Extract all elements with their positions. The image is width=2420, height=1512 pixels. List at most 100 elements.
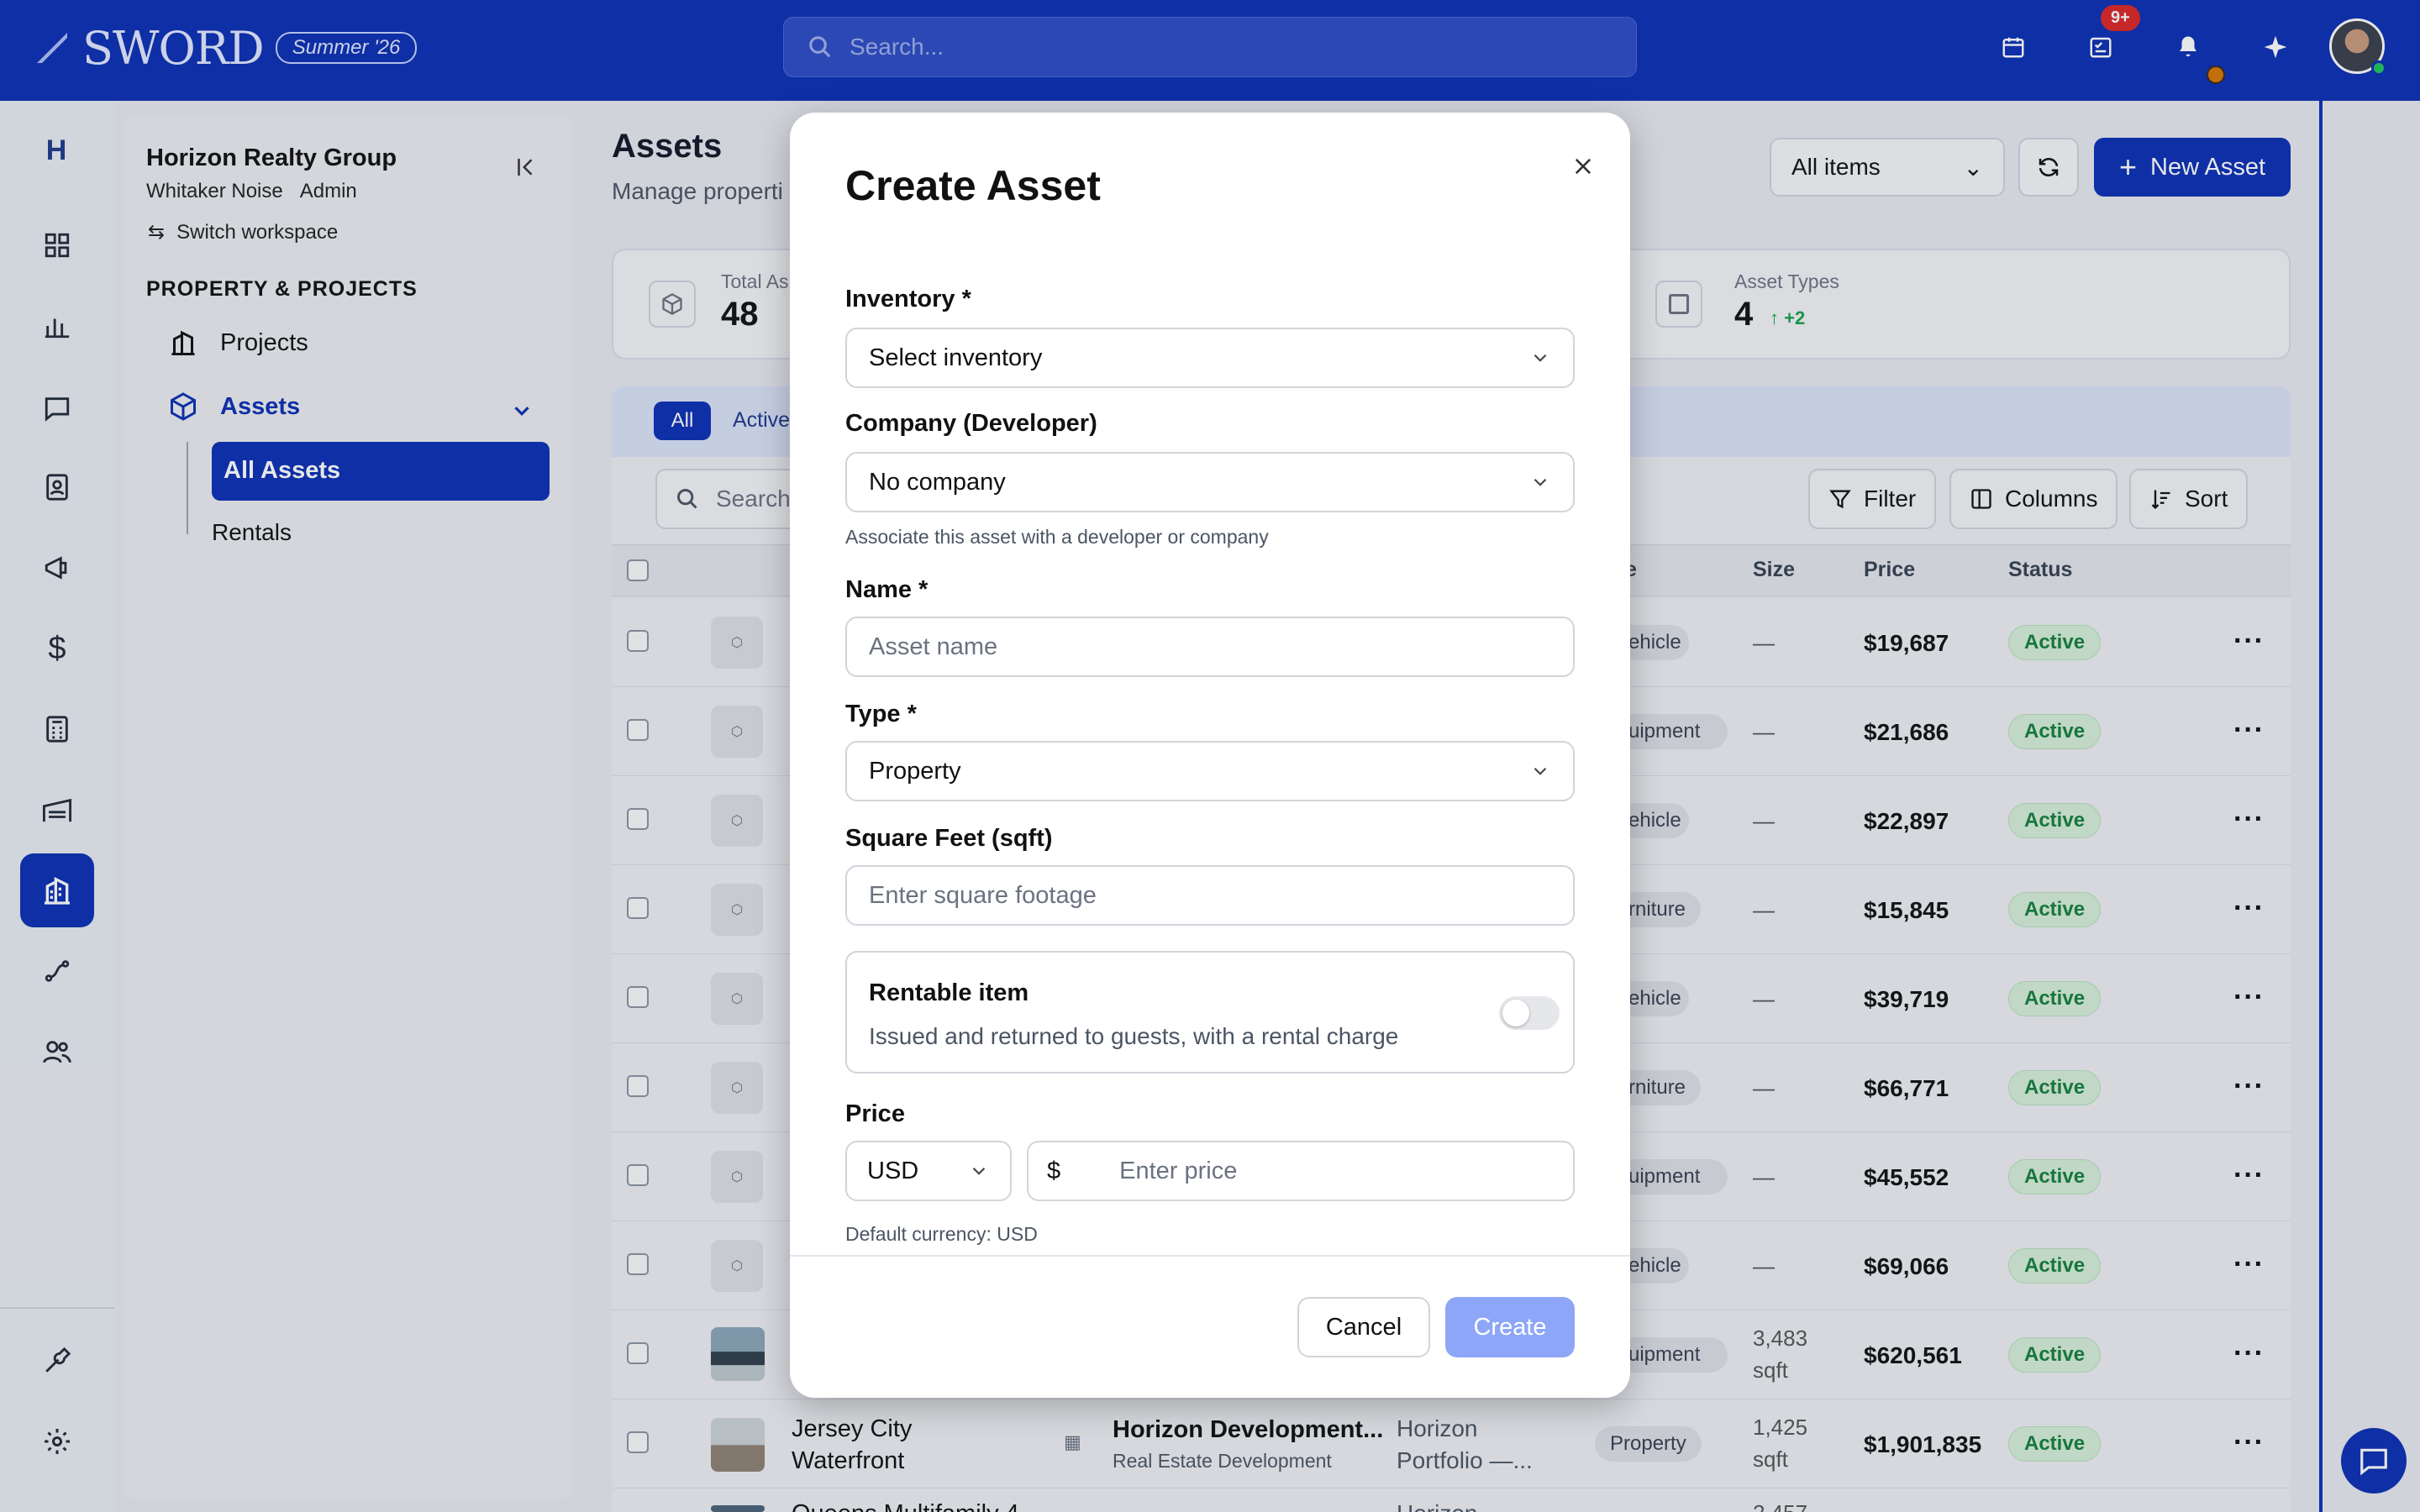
stat-value-types: 4 [1734, 296, 1754, 333]
row-actions-icon[interactable]: ··· [2233, 1248, 2265, 1281]
status-badge: Active [2008, 625, 2102, 660]
size-cell: — [1753, 1164, 1775, 1189]
row-actions-icon[interactable]: ··· [2233, 803, 2265, 836]
row-checkbox[interactable] [627, 1431, 649, 1453]
section-heading: PROPERTY & PROJECTS [146, 277, 418, 301]
switch-arrows-icon: ⇆ [148, 221, 166, 244]
chevron-down-icon: ⌄ [1963, 154, 1983, 181]
items-filter-select[interactable]: All items ⌄ [1770, 138, 2005, 197]
sidebar-item-label: Assets [220, 392, 301, 420]
collapse-sidebar-icon[interactable] [513, 155, 538, 184]
cancel-button[interactable]: Cancel [1297, 1297, 1430, 1357]
create-button[interactable]: Create [1445, 1297, 1575, 1357]
company-select[interactable]: No company [845, 452, 1575, 512]
column-header-price[interactable]: Price [1864, 558, 1915, 582]
switch-workspace-link[interactable]: ⇆ Switch workspace [148, 220, 338, 244]
inventory-select[interactable]: Select inventory [845, 328, 1575, 388]
price-cell: $620,561 [1864, 1342, 1962, 1368]
filter-button[interactable]: Filter [1808, 469, 1937, 529]
row-checkbox[interactable] [627, 897, 649, 919]
row-checkbox[interactable] [627, 1164, 649, 1186]
tasks-icon[interactable] [2082, 29, 2119, 66]
sqft-input[interactable]: Enter square footage [845, 865, 1575, 926]
new-asset-button[interactable]: + New Asset [2094, 138, 2291, 197]
row-checkbox[interactable] [627, 630, 649, 652]
calculator-icon[interactable] [37, 709, 77, 749]
status-badge: Active [2008, 981, 2102, 1016]
sort-button[interactable]: Sort [2129, 469, 2249, 529]
asset-name[interactable]: Jersey City Waterfront [792, 1413, 960, 1477]
sqft-label: Square Feet (sqft) [845, 825, 1053, 852]
currency-select[interactable]: USD [845, 1141, 1012, 1201]
cube-icon: ⬡ [711, 795, 763, 847]
sidebar-item-projects[interactable]: Projects [168, 328, 308, 358]
dollar-icon[interactable]: $ [37, 628, 77, 669]
close-icon[interactable] [1566, 150, 1600, 183]
marketing-icon[interactable] [37, 548, 77, 588]
type-select[interactable]: Property [845, 741, 1575, 801]
row-checkbox[interactable] [627, 1253, 649, 1275]
asset-thumbnail[interactable] [711, 1505, 765, 1512]
asset-thumbnail[interactable] [711, 1327, 765, 1381]
company-hint: Associate this asset with a developer or… [845, 526, 1269, 548]
select-all-checkbox[interactable] [627, 559, 649, 581]
row-checkbox[interactable] [627, 1342, 649, 1364]
row-actions-icon[interactable]: ··· [2233, 714, 2265, 747]
size-cell: — [1753, 719, 1775, 744]
row-actions-icon[interactable]: ··· [2233, 1337, 2265, 1370]
row-actions-icon[interactable]: ··· [2233, 1426, 2265, 1459]
sidebar-item-assets[interactable]: Assets [168, 391, 300, 422]
sidebar-item-rentals[interactable]: Rentals [212, 519, 292, 546]
messages-icon[interactable] [37, 388, 77, 428]
row-checkbox[interactable] [627, 1075, 649, 1097]
sidebar-item-all-assets[interactable]: All Assets [212, 442, 550, 501]
gear-icon[interactable] [37, 1421, 77, 1462]
chat-button[interactable] [2341, 1428, 2407, 1494]
sparkle-ai-icon[interactable] [2257, 29, 2294, 66]
cube-icon: ⬡ [711, 1062, 763, 1114]
horizon-logo-icon[interactable]: H [29, 134, 84, 176]
columns-button[interactable]: Columns [1949, 469, 2118, 529]
contacts-icon[interactable] [37, 467, 77, 507]
tab-all[interactable]: All [654, 402, 711, 440]
column-header-size[interactable]: Size [1753, 558, 1795, 582]
square-icon [1655, 281, 1702, 328]
warehouse-icon[interactable] [37, 790, 77, 830]
size-cell: — [1753, 630, 1775, 655]
row-actions-icon[interactable]: ··· [2233, 981, 2265, 1014]
row-actions-icon[interactable]: ··· [2233, 892, 2265, 925]
asset-thumbnail[interactable] [711, 1418, 765, 1472]
row-actions-icon[interactable]: ··· [2233, 625, 2265, 658]
chevron-down-icon[interactable] [509, 398, 534, 428]
status-indicator-icon [2207, 66, 2225, 84]
chevron-down-icon [972, 1167, 986, 1175]
row-checkbox[interactable] [627, 719, 649, 741]
brand-logo[interactable]: SWORD Summer '26 [34, 18, 418, 77]
wrench-icon[interactable] [37, 1341, 77, 1381]
price-input[interactable]: $ Enter price [1027, 1141, 1575, 1201]
row-actions-icon[interactable]: ··· [2233, 1159, 2265, 1192]
refresh-button[interactable] [2018, 138, 2079, 197]
switch-workspace-label: Switch workspace [176, 220, 339, 244]
bell-icon[interactable] [2170, 29, 2207, 66]
row-checkbox[interactable] [627, 808, 649, 830]
dashboard-icon[interactable] [37, 225, 77, 265]
asset-name-input[interactable]: Asset name [845, 617, 1575, 677]
rentable-toggle[interactable] [1499, 996, 1560, 1030]
price-cell: $39,719 [1864, 986, 1949, 1012]
team-icon[interactable] [37, 1032, 77, 1072]
items-filter-value: All items [1791, 154, 1881, 180]
property-icon[interactable] [20, 853, 94, 927]
cube-icon: ⬡ [711, 1151, 763, 1203]
asset-name[interactable]: Queens Multifamily 4 [792, 1500, 1019, 1512]
tab-active[interactable]: Active [733, 408, 790, 433]
global-search-input[interactable]: Search... [783, 17, 1637, 77]
analytics-icon[interactable] [37, 306, 77, 346]
column-header-status[interactable]: Status [2008, 558, 2072, 582]
row-actions-icon[interactable]: ··· [2233, 1070, 2265, 1103]
route-icon[interactable] [37, 951, 77, 991]
calendar-icon[interactable] [1995, 29, 2032, 66]
row-checkbox[interactable] [627, 986, 649, 1008]
status-badge: Active [2008, 1337, 2102, 1373]
price-cell: $1,901,835 [1864, 1431, 1982, 1457]
